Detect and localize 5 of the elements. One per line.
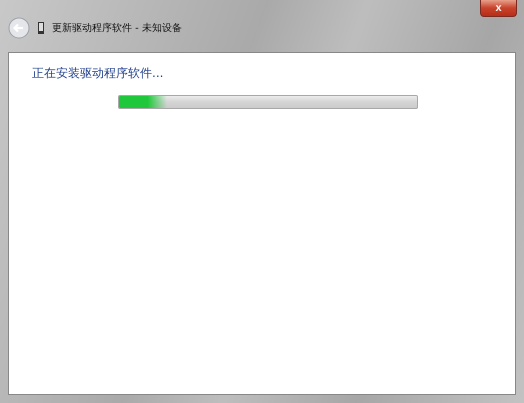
- status-heading: 正在安装驱动程序软件...: [32, 65, 164, 82]
- close-button[interactable]: x: [480, 0, 517, 17]
- device-icon: [38, 22, 44, 34]
- back-button[interactable]: [8, 17, 30, 39]
- window-title: 更新驱动程序软件 - 未知设备: [52, 22, 182, 35]
